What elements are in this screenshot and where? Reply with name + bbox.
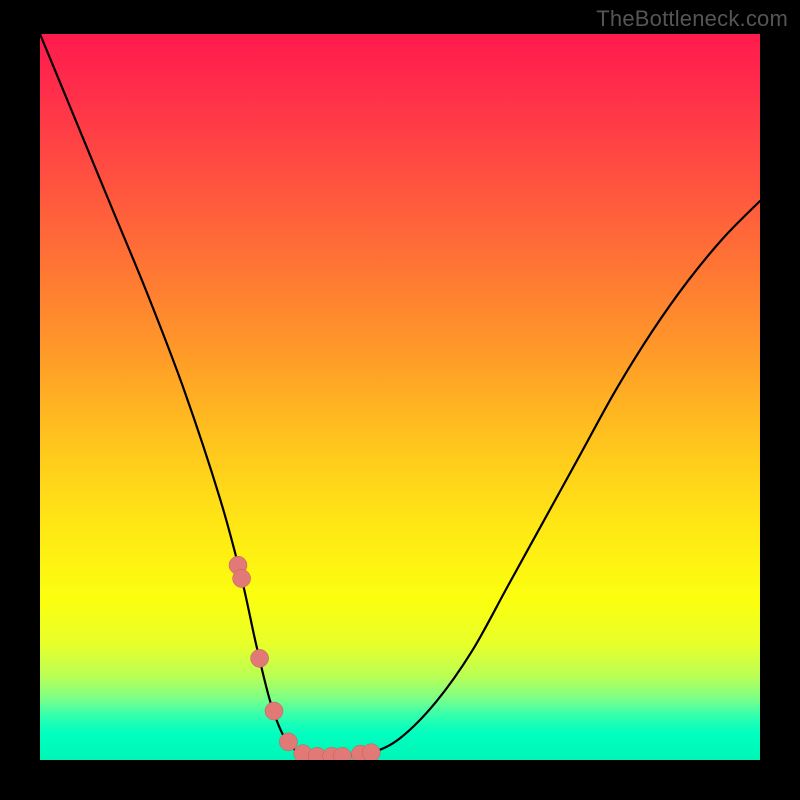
curve-beads: [229, 556, 380, 760]
curve-bead: [362, 744, 380, 760]
plot-area: [40, 34, 760, 760]
watermark-text: TheBottleneck.com: [596, 6, 788, 32]
curve-bead: [279, 733, 297, 751]
chart-stage: TheBottleneck.com: [0, 0, 800, 800]
bottleneck-curve: [40, 34, 760, 757]
curve-svg: [40, 34, 760, 760]
curve-bead: [265, 702, 283, 720]
curve-bead: [251, 649, 269, 667]
curve-bead: [233, 570, 251, 588]
